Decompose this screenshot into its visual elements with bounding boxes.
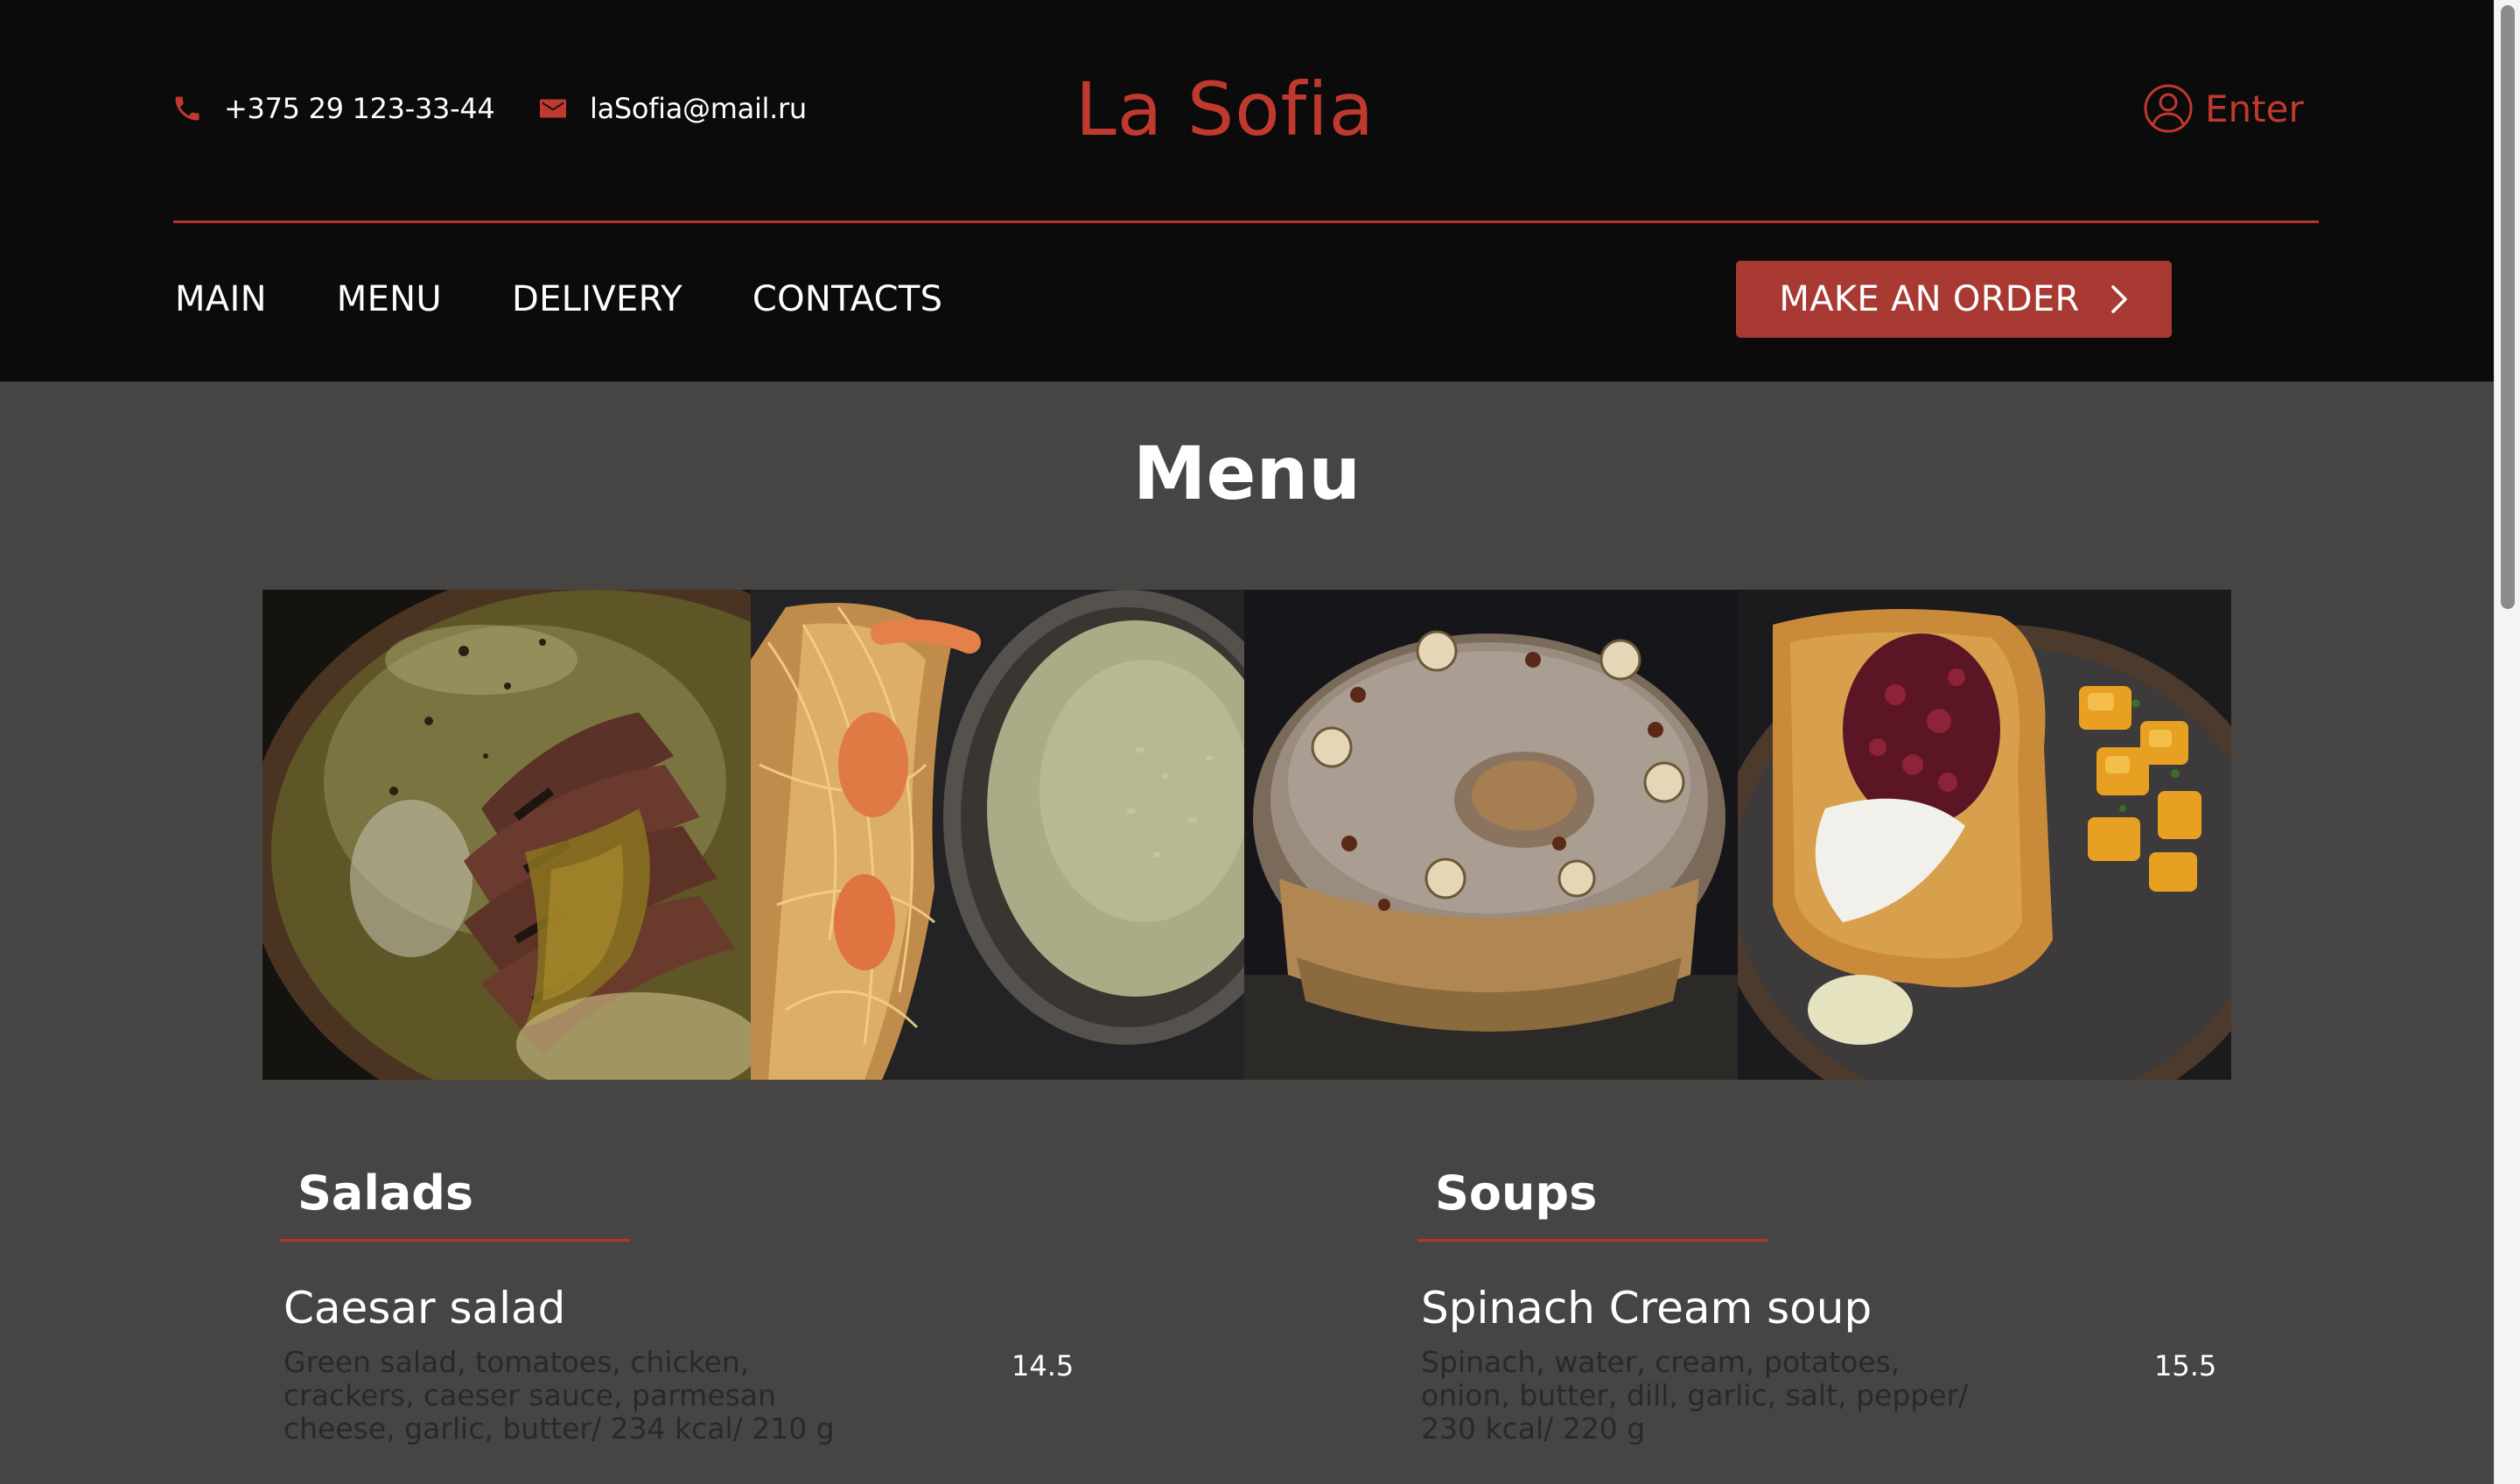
phone-number: +375 29 123-33-44: [224, 92, 495, 125]
main-nav: MAIN MENU DELIVERY CONTACTS: [175, 273, 942, 326]
chevron-right-icon: [2110, 284, 2129, 315]
enter-label: Enter: [2205, 87, 2304, 130]
dish-price: 14.5: [1012, 1349, 1074, 1382]
nav-item-contacts[interactable]: CONTACTS: [752, 279, 942, 319]
food-gallery: [262, 590, 2231, 1080]
category-underline: [1418, 1239, 1768, 1242]
nav-item-main[interactable]: MAIN: [175, 279, 267, 319]
phone-contact[interactable]: +375 29 123-33-44: [172, 88, 495, 130]
gallery-photo-duck: [262, 590, 751, 1080]
header-divider: [173, 220, 2319, 223]
dish-description: Green salad, tomatoes, chicken, crackers…: [284, 1345, 835, 1446]
enter-button[interactable]: Enter: [2142, 80, 2304, 136]
email-contact[interactable]: laSofia@mail.ru: [537, 88, 807, 130]
mail-icon: [537, 93, 569, 124]
category-title-salads: Salads: [298, 1166, 474, 1221]
site-logo[interactable]: La Sofia: [1059, 61, 1391, 158]
shrimp-and-cream-soup-photo: [751, 590, 1244, 1080]
page-scrollbar[interactable]: [2494, 0, 2520, 1484]
gallery-photo-dessert: [1244, 590, 1738, 1080]
make-order-button[interactable]: MAKE AN ORDER: [1736, 261, 2172, 338]
user-circle-icon: [2142, 82, 2194, 135]
sliced-duck-dish-photo: [262, 590, 751, 1080]
category-underline: [280, 1239, 630, 1242]
dish-description: Spinach, water, cream, potatoes, onion, …: [1421, 1345, 1969, 1446]
dish-name-spinach-cream-soup[interactable]: Spinach Cream soup: [1421, 1278, 1872, 1339]
brioche-toast-with-jam-photo: [1738, 590, 2231, 1080]
email-address: laSofia@mail.ru: [590, 92, 807, 125]
gallery-photo-brioche: [1738, 590, 2231, 1080]
nav-item-delivery[interactable]: DELIVERY: [512, 279, 682, 319]
gallery-photo-shrimp-soup: [751, 590, 1244, 1080]
dish-name-caesar-salad[interactable]: Caesar salad: [284, 1278, 565, 1339]
page-title: Menu: [1132, 430, 1362, 516]
site-header: +375 29 123-33-44 laSofia@mail.ru La Sof…: [0, 0, 2494, 382]
nav-item-menu[interactable]: MENU: [337, 279, 442, 319]
phone-icon: [172, 93, 203, 124]
dish-price: 15.5: [2154, 1349, 2217, 1382]
scrollbar-thumb[interactable]: [2501, 5, 2515, 609]
hazelnut-paris-brest-photo: [1244, 590, 1738, 1080]
make-order-label: MAKE AN ORDER: [1779, 279, 2080, 319]
category-title-soups: Soups: [1435, 1166, 1598, 1221]
